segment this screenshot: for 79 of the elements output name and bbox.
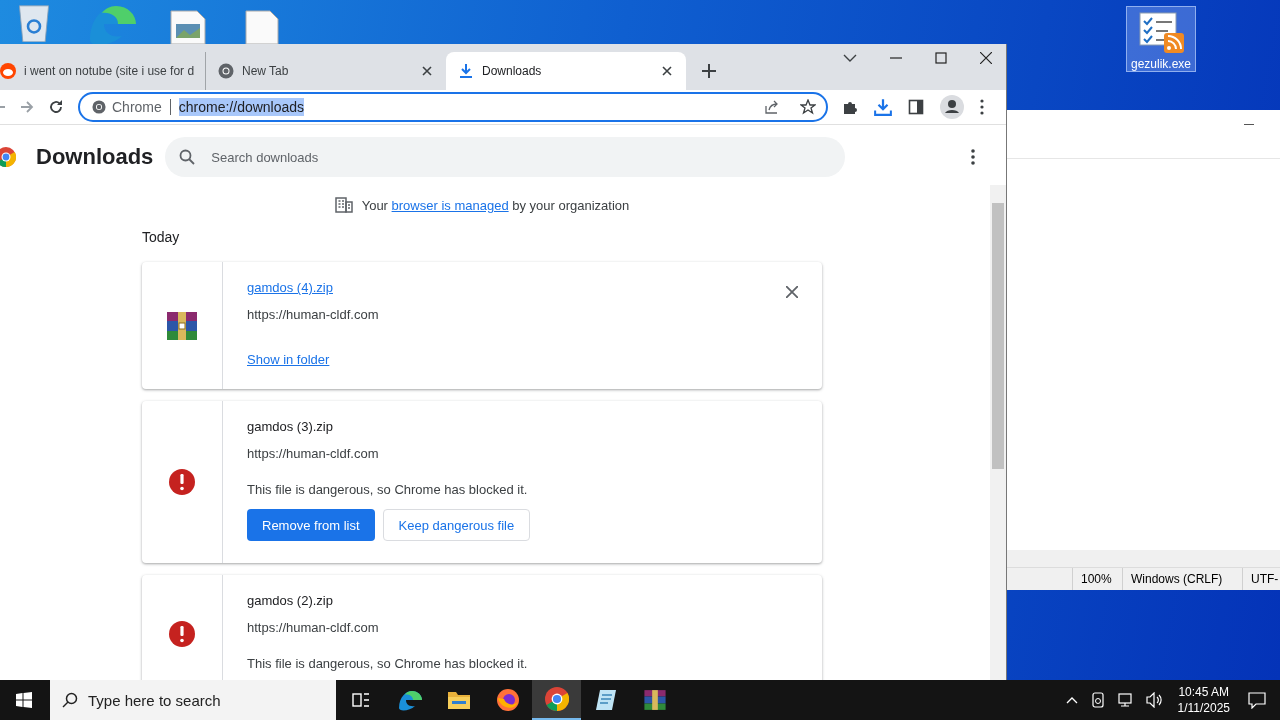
- image-file-icon[interactable]: [170, 10, 206, 44]
- star-icon[interactable]: [800, 99, 816, 115]
- chevron-up-icon[interactable]: [1065, 696, 1078, 704]
- clock-time[interactable]: 10:45 AM: [1178, 684, 1230, 700]
- remove-button[interactable]: Remove from list: [247, 509, 375, 541]
- share-icon[interactable]: [764, 99, 780, 115]
- source-url: https://human-cldf.com: [247, 620, 379, 635]
- warning-icon: [168, 620, 196, 648]
- close-icon[interactable]: [980, 52, 992, 64]
- more-options-icon[interactable]: [971, 149, 976, 165]
- tab-title: Downloads: [482, 64, 543, 78]
- status-bar-item: UTF-: [1250, 571, 1279, 588]
- search-icon: [62, 692, 78, 708]
- danger-message: This file is dangerous, so Chrome has blocked it.: [247, 656, 528, 671]
- search-field[interactable]: Search downloads: [165, 137, 846, 177]
- horizontal-scrollbar[interactable]: [1007, 550, 1280, 567]
- network-icon[interactable]: [1117, 692, 1134, 708]
- scrollbar[interactable]: [990, 185, 1006, 680]
- fox-browser-icon: [495, 688, 520, 712]
- archive-icon: [165, 309, 199, 342]
- volume-icon[interactable]: [1145, 692, 1164, 708]
- tab-title: New Tab: [242, 64, 290, 78]
- browser-logo-icon: [218, 63, 234, 79]
- browser-icon: [397, 688, 422, 712]
- show-in-folder-link[interactable]: Show in folder: [247, 352, 330, 367]
- device-icon[interactable]: [1089, 692, 1106, 708]
- search-icon: [179, 149, 196, 165]
- side-panel-icon[interactable]: [908, 99, 924, 115]
- address-bar[interactable]: Chrome chrome://downloads: [78, 92, 828, 122]
- recycle-bin-icon[interactable]: [16, 4, 52, 42]
- folder-icon: [446, 690, 471, 710]
- chevron-down-icon[interactable]: [843, 53, 857, 63]
- clock-date[interactable]: 1/11/2025: [1177, 700, 1230, 716]
- danger-message: This file is dangerous, so Chrome has blocked it.: [247, 482, 528, 497]
- keep-button[interactable]: Keep dangerous file: [382, 509, 531, 541]
- taskbar-search-field[interactable]: Type here to search: [50, 680, 336, 720]
- browser-logo-icon: [544, 687, 569, 711]
- archive-icon: [642, 688, 667, 712]
- tab-title: i went on notube (site i use for d: [24, 64, 195, 78]
- browser-tab[interactable]: i went on notube (site i use for d: [0, 52, 206, 90]
- source-url: https://human-cldf.com: [247, 446, 379, 461]
- desktop-icon[interactable]: gezulik.exe: [1126, 6, 1196, 72]
- reload-icon[interactable]: [48, 99, 64, 115]
- close-icon[interactable]: [786, 286, 798, 298]
- plus-icon[interactable]: [702, 64, 716, 78]
- building-icon: [334, 197, 353, 213]
- maximize-icon[interactable]: [935, 52, 947, 64]
- taskbar-app[interactable]: [532, 680, 581, 720]
- browser-tab[interactable]: New Tab: [206, 52, 446, 90]
- close-icon[interactable]: [422, 66, 432, 76]
- profile-icon[interactable]: [940, 95, 964, 119]
- source-url: https://human-cldf.com: [247, 307, 379, 322]
- icon-label: gezulik.exe: [1130, 57, 1191, 71]
- managed-link[interactable]: browser is managed: [391, 197, 509, 213]
- site-label: Chrome: [112, 99, 162, 115]
- notepad-icon: [593, 688, 618, 712]
- status-bar-item: 100%: [1073, 568, 1123, 590]
- task-view-icon: [350, 690, 371, 710]
- url-text: chrome://downloads: [178, 98, 305, 116]
- page-title: Downloads: [36, 144, 154, 170]
- download-icon[interactable]: [874, 98, 892, 116]
- site-icon: [0, 63, 16, 79]
- browser-tab[interactable]: Downloads: [446, 52, 686, 90]
- forward-icon[interactable]: [20, 100, 34, 114]
- notification-icon[interactable]: [1248, 691, 1266, 709]
- status-bar-item: Windows (CRLF): [1123, 568, 1243, 590]
- file-name: gamdos (2).zip: [247, 593, 333, 608]
- file-name-link[interactable]: gamdos (4).zip: [247, 280, 333, 295]
- checklist-icon: [1136, 11, 1186, 55]
- browser-logo-icon: [92, 100, 106, 114]
- warning-icon: [168, 468, 196, 496]
- file-name: gamdos (3).zip: [247, 419, 333, 434]
- download-icon: [458, 63, 474, 79]
- start-icon[interactable]: [16, 692, 32, 708]
- managed-notice: Your browser is managed by your organization: [361, 197, 630, 213]
- puzzle-icon[interactable]: [842, 99, 858, 115]
- close-icon[interactable]: [662, 66, 672, 76]
- menu-icon[interactable]: [980, 99, 984, 115]
- date-heading: Today: [142, 229, 181, 245]
